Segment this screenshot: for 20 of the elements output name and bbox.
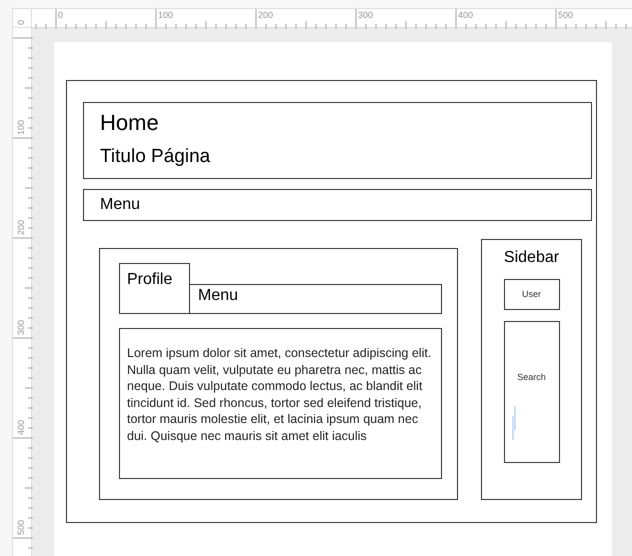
ruler-label: 0	[58, 10, 64, 20]
search-label: Search	[517, 371, 546, 384]
ruler-label: 200	[258, 10, 274, 20]
header-title: Home	[100, 109, 160, 137]
menu-label: Menu	[100, 195, 140, 215]
ruler-label: 100	[158, 10, 174, 20]
ruler-label: 400	[16, 420, 26, 436]
ruler-label: 300	[358, 10, 374, 20]
ruler-label: 0	[16, 20, 26, 26]
line-marks-icon	[512, 406, 516, 440]
ruler-label: 500	[558, 10, 574, 20]
ruler-label: 200	[16, 220, 26, 236]
menu-bar: Menu	[190, 284, 442, 314]
ruler-label: 400	[458, 10, 474, 20]
ruler-label: 100	[16, 120, 26, 136]
ruler-label: 300	[16, 320, 26, 336]
sidebar-title: Sidebar	[504, 248, 560, 268]
lorem-paragraph: Lorem ipsum dolor sit amet, consectetur adipiscing elit. Nulla quam velit, vulputate eu pharetra nec, mattis ac neque. Duis vulputate commodo lectus, ac blandit elit tincidunt id. Sed rhoncus, tortor sed eleifend tristique, tortor mauris molestie elit, et lacinia ipsum quam nec dui. Quisque nec mauris sit amet elit iaculis	[127, 345, 432, 444]
page-title: Titulo Página	[100, 145, 212, 169]
ruler-label: 500	[16, 520, 26, 536]
